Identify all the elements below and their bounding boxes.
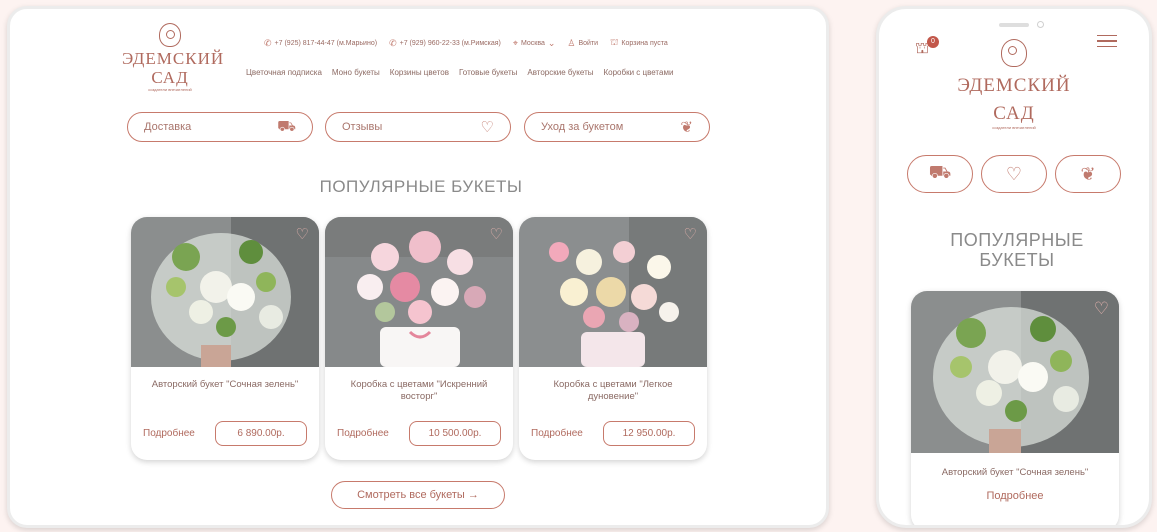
logo-emblem-icon <box>1001 39 1027 67</box>
product-photo[interactable]: ♡ <box>519 217 707 367</box>
nav-item-author[interactable]: Авторские букеты <box>527 68 593 77</box>
site-logo[interactable]: ЭДЕМСКИЙ САД создатели впечатлений <box>122 23 225 92</box>
nav-item-subscription[interactable]: Цветочная подписка <box>246 68 322 77</box>
hamburger-menu-icon[interactable] <box>1097 35 1117 51</box>
mobile-frame: ⛫ 0 ЭДЕМСКИЙ САД создатели впечатлений ⛟… <box>876 6 1152 528</box>
mobile-reviews-button[interactable]: ♡ <box>981 155 1047 193</box>
mobile-section-title: ПОПУЛЯРНЫЕ БУКЕТЫ <box>879 230 1149 270</box>
product-actions: Подробнее 12 950.00р. <box>519 411 707 446</box>
phone-icon: ✆ <box>389 37 397 48</box>
section-title: ПОПУЛЯРНЫЕ БУКЕТЫ <box>319 177 523 196</box>
cart-link[interactable]: ⛫ Корзина пуста <box>610 37 668 49</box>
city-selector[interactable]: ⌖ Москва ⌄ <box>513 38 556 49</box>
product-card[interactable]: ♡ Коробка с цветами "Искренний восторг" … <box>325 217 513 460</box>
care-button[interactable]: Уход за букетом ❦ <box>524 112 710 142</box>
delivery-button[interactable]: Доставка ⛟ <box>127 112 313 142</box>
reviews-label: Отзывы <box>342 121 383 133</box>
phone-link-2[interactable]: ✆ +7 (929) 960-22-33 (м.Римская) <box>389 38 501 49</box>
favorite-heart-icon[interactable]: ♡ <box>296 225 309 243</box>
logo-emblem-icon <box>159 23 181 47</box>
truck-icon: ⛟ <box>928 162 952 182</box>
topbar: ✆ +7 (925) 817-44-47 (м.Марьино) ✆ +7 (9… <box>264 37 668 49</box>
phone-icon: ✆ <box>264 37 272 48</box>
product-name[interactable]: Авторский букет "Сочная зелень" <box>911 453 1119 478</box>
nav-item-baskets[interactable]: Корзины цветов <box>390 68 449 77</box>
desktop-frame: ЭДЕМСКИЙ САД создатели впечатлений ✆ +7 … <box>7 6 829 528</box>
main-nav: Цветочная подписка Моно букеты Корзины ц… <box>246 68 673 77</box>
product-name[interactable]: Коробка с цветами "Искренний восторг" <box>325 367 513 411</box>
cart-count-badge: 0 <box>927 36 939 48</box>
logo-tagline: создатели впечатлений <box>992 125 1036 130</box>
view-all-bouquets-button[interactable]: Смотреть все букеты → <box>331 481 505 509</box>
mobile-title-line1: ПОПУЛЯРНЫЕ <box>950 230 1084 250</box>
bouquet-image <box>131 217 319 367</box>
product-photo[interactable]: ♡ <box>131 217 319 367</box>
cart-text: Корзина пуста <box>621 39 668 47</box>
logo-title-line2: САД <box>151 68 189 87</box>
phone-2-text: +7 (929) 960-22-33 (м.Римская) <box>399 39 501 47</box>
details-link[interactable]: Подробнее <box>143 428 195 439</box>
phone-1-text: +7 (925) 817-44-47 (м.Марьино) <box>274 39 378 47</box>
mobile-logo[interactable]: ЭДЕМСКИЙ САД создатели впечатлений <box>939 39 1089 130</box>
location-pin-icon: ⌖ <box>512 37 518 48</box>
phone-link-1[interactable]: ✆ +7 (925) 817-44-47 (м.Марьино) <box>264 38 377 49</box>
product-actions: Подробнее 10 500.00р. <box>325 411 513 446</box>
basket-icon: ⛫ <box>610 37 619 47</box>
care-hand-icon: ❦ <box>1080 163 1096 184</box>
mobile-product-card[interactable]: ♡ Авторский букет "Сочная зелень" Подроб… <box>911 291 1119 525</box>
phone-speaker <box>999 23 1029 27</box>
bouquet-image <box>325 217 513 367</box>
details-link[interactable]: Подробнее <box>531 428 583 439</box>
logo-tagline: создатели впечатлений <box>148 87 192 92</box>
price-button[interactable]: 10 500.00р. <box>409 421 501 446</box>
reviews-icon: ♡ <box>1005 163 1023 184</box>
favorite-heart-icon[interactable]: ♡ <box>684 225 697 243</box>
truck-icon: ⛟ <box>277 117 296 135</box>
care-label: Уход за букетом <box>541 121 624 133</box>
details-link[interactable]: Подробнее <box>911 478 1119 502</box>
product-name[interactable]: Авторский букет "Сочная зелень" <box>131 367 319 411</box>
reviews-icon: ♡ <box>480 119 494 136</box>
reviews-button[interactable]: Отзывы ♡ <box>325 112 511 142</box>
favorite-heart-icon[interactable]: ♡ <box>1094 299 1109 319</box>
login-text: Войти <box>578 39 599 47</box>
city-text: Москва <box>520 39 545 47</box>
nav-item-mono[interactable]: Моно букеты <box>332 68 380 77</box>
phone-camera <box>1037 21 1044 28</box>
chevron-down-icon: ⌄ <box>547 37 556 48</box>
logo-title-line1: ЭДЕМСКИЙ <box>122 49 225 68</box>
bouquet-image <box>911 291 1119 453</box>
mobile-care-button[interactable]: ❦ <box>1055 155 1121 193</box>
favorite-heart-icon[interactable]: ♡ <box>490 225 503 243</box>
nav-item-ready[interactable]: Готовые букеты <box>459 68 517 77</box>
product-name[interactable]: Коробка с цветами "Легкое дуновение" <box>519 367 707 411</box>
user-icon: ♙ <box>567 37 576 48</box>
details-link[interactable]: Подробнее <box>337 428 389 439</box>
mobile-delivery-button[interactable]: ⛟ <box>907 155 973 193</box>
price-button[interactable]: 6 890.00р. <box>215 421 307 446</box>
care-hand-icon: ❦ <box>680 119 693 136</box>
logo-title-line1: ЭДЕМСКИЙ <box>957 75 1071 96</box>
login-link[interactable]: ♙ Войти <box>567 38 598 49</box>
product-actions: Подробнее 6 890.00р. <box>131 411 319 446</box>
product-card[interactable]: ♡ Коробка с цветами "Легкое дуновение" П… <box>519 217 707 460</box>
price-button[interactable]: 12 950.00р. <box>603 421 695 446</box>
product-photo[interactable]: ♡ <box>911 291 1119 453</box>
product-card[interactable]: ♡ Авторский букет "Сочная зелень" Подроб… <box>131 217 319 460</box>
delivery-label: Доставка <box>144 121 192 133</box>
logo-title-line2: САД <box>993 103 1035 124</box>
nav-item-boxes[interactable]: Коробки с цветами <box>603 68 673 77</box>
mobile-title-line2: БУКЕТЫ <box>979 250 1055 270</box>
product-photo[interactable]: ♡ <box>325 217 513 367</box>
bouquet-image <box>519 217 707 367</box>
